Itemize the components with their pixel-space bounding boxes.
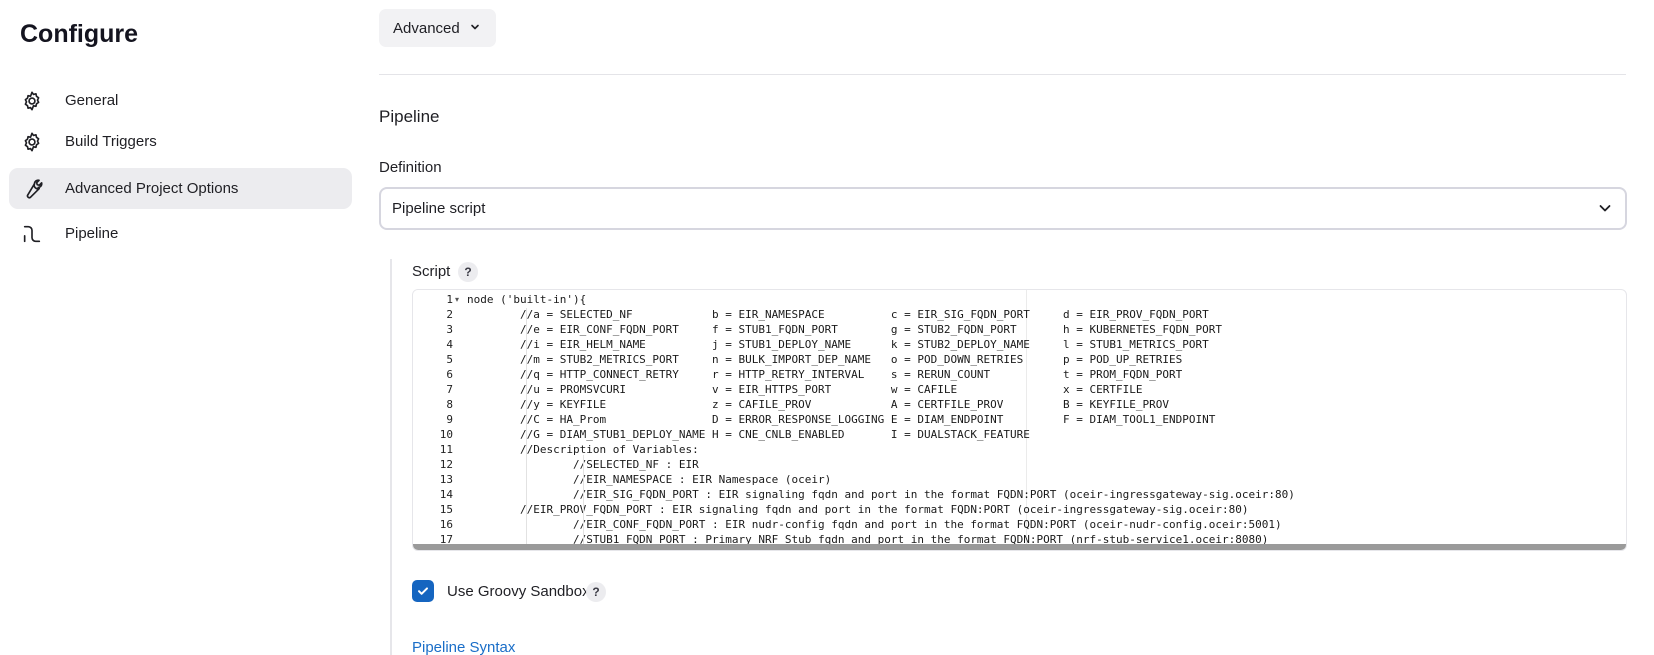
gear-icon <box>21 90 43 112</box>
line-number: 10 <box>439 428 453 441</box>
line-number-gutter: 1▾23456789101112131415161718 <box>413 290 467 550</box>
sidebar-item-label: Build Triggers <box>65 133 157 150</box>
pipeline-syntax-link[interactable]: Pipeline Syntax <box>412 639 515 655</box>
sidebar-item-pipeline[interactable]: Pipeline <box>9 213 352 254</box>
line-number: 2 <box>446 308 453 321</box>
divider <box>379 74 1626 75</box>
code-line: //i = EIR_HELM_NAME j = STUB1_DEPLOY_NAM… <box>467 338 1209 351</box>
line-number: 11 <box>439 443 453 456</box>
fold-toggle-icon[interactable]: ▾ <box>455 295 459 304</box>
indent-guide <box>526 308 527 550</box>
code-line: //EIR_PROV_FQDN_PORT : EIR signaling fqd… <box>467 503 1249 516</box>
line-number: 3 <box>446 323 453 336</box>
line-number: 6 <box>446 368 453 381</box>
code-line: //G = DIAM_STUB1_DEPLOY_NAME H = CNE_CNL… <box>467 428 1030 441</box>
line-number: 7 <box>446 383 453 396</box>
definition-select[interactable]: Pipeline script <box>379 187 1627 230</box>
definition-label: Definition <box>379 159 442 176</box>
chevron-down-icon <box>1597 200 1613 220</box>
wrench-icon <box>21 178 43 200</box>
line-number: 12 <box>439 458 453 471</box>
line-number: 1 <box>446 293 453 306</box>
line-number: 16 <box>439 518 453 531</box>
line-number: 9 <box>446 413 453 426</box>
line-number: 5 <box>446 353 453 366</box>
horizontal-scrollbar[interactable] <box>413 544 1626 550</box>
chevron-down-icon <box>469 20 481 37</box>
sidebar-item-general[interactable]: General <box>9 80 352 121</box>
line-number: 8 <box>446 398 453 411</box>
line-number: 15 <box>439 503 453 516</box>
code-line: //y = KEYFILE z = CAFILE_PROV A = CERTFI… <box>467 398 1169 411</box>
code-line: //e = EIR_CONF_FQDN_PORT f = STUB1_FQDN_… <box>467 323 1222 336</box>
groovy-sandbox-label: Use Groovy Sandbox <box>447 583 590 600</box>
section-indent-line <box>390 259 392 655</box>
code-line: node ('built-in'){ <box>467 293 587 306</box>
section-title: Pipeline <box>379 107 440 126</box>
groovy-sandbox-checkbox[interactable] <box>412 580 434 602</box>
gear-icon <box>21 131 43 153</box>
script-help-icon[interactable]: ? <box>458 262 478 282</box>
script-label: Script <box>412 263 451 280</box>
line-number: 14 <box>439 488 453 501</box>
check-icon <box>418 587 428 595</box>
sidebar-item-label: General <box>65 92 119 109</box>
sidebar-item-advanced-project-options[interactable]: Advanced Project Options <box>9 168 352 209</box>
code-line: //u = PROMSVCURI v = EIR_HTTPS_PORT w = … <box>467 383 1143 396</box>
line-number: 4 <box>446 338 453 351</box>
advanced-button-label: Advanced <box>393 19 460 37</box>
code-line: //EIR_CONF_FQDN_PORT : EIR nudr-config f… <box>467 518 1282 531</box>
page-title: Configure <box>20 20 139 48</box>
code-line: //m = STUB2_METRICS_PORT n = BULK_IMPORT… <box>467 353 1183 366</box>
pipeline-icon <box>21 223 43 245</box>
code-line: //EIR_NAMESPACE : EIR Namespace (oceir) <box>467 473 832 486</box>
sidebar-item-build-triggers[interactable]: Build Triggers <box>9 121 352 162</box>
script-editor[interactable]: 1▾23456789101112131415161718 node ('buil… <box>412 289 1627 551</box>
code-line: //C = HA_Prom D = ERROR_RESPONSE_LOGGING… <box>467 413 1216 426</box>
indent-guide <box>583 455 584 550</box>
definition-select-value: Pipeline script <box>392 200 486 217</box>
sandbox-help-icon[interactable]: ? <box>586 582 606 602</box>
code-line: //a = SELECTED_NF b = EIR_NAMESPACE c = … <box>467 308 1209 321</box>
code-line: //q = HTTP_CONNECT_RETRY r = HTTP_RETRY_… <box>467 368 1183 381</box>
line-number: 13 <box>439 473 453 486</box>
sidebar-item-label: Advanced Project Options <box>65 180 239 197</box>
code-line: //EIR_SIG_FQDN_PORT : EIR signaling fqdn… <box>467 488 1295 501</box>
sidebar-item-label: Pipeline <box>65 225 119 242</box>
advanced-button[interactable]: Advanced <box>379 9 496 47</box>
